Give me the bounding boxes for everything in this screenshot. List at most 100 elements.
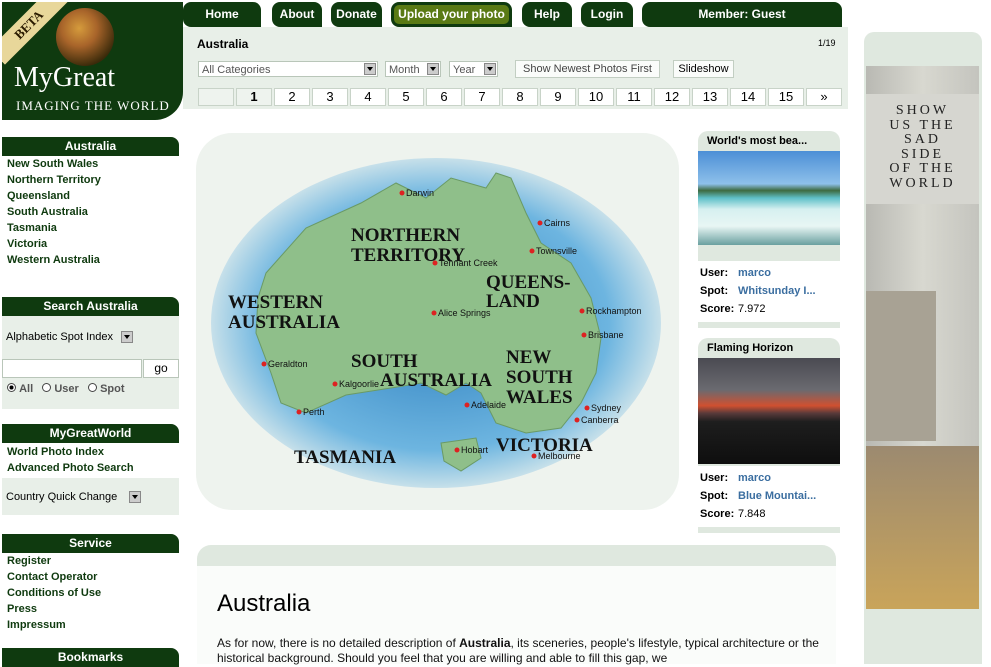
- nav-home-button[interactable]: Home: [183, 2, 261, 27]
- page-6-button[interactable]: 6: [426, 88, 462, 106]
- spot-index-dropdown[interactable]: [120, 330, 134, 346]
- service-link[interactable]: Impressum: [7, 619, 66, 631]
- chevron-down-icon: [427, 63, 439, 75]
- radio-user[interactable]: User: [42, 383, 79, 395]
- radio-all[interactable]: All: [7, 383, 33, 395]
- map-region-label[interactable]: SOUTH: [351, 351, 418, 372]
- site-logo[interactable]: BETA MyGreat IMAGING THE WORLD: [2, 2, 183, 120]
- service-link[interactable]: Contact Operator: [7, 571, 97, 583]
- map-region-label[interactable]: NORTHERN: [351, 225, 460, 246]
- map-region-label[interactable]: WESTERN: [228, 292, 323, 313]
- page-1-button[interactable]: 1: [236, 88, 272, 106]
- region-link[interactable]: Victoria: [7, 238, 47, 250]
- world-photo-index-link[interactable]: World Photo Index: [7, 446, 104, 458]
- page-5-button[interactable]: 5: [388, 88, 424, 106]
- banner-chair-shape: [866, 291, 936, 441]
- nav-donate-button[interactable]: Donate: [331, 2, 382, 27]
- map-city-label[interactable]: Tennant Creek: [439, 258, 498, 268]
- banner-ad-image[interactable]: SHOW US THE SAD SIDE OF THE WORLD: [866, 66, 979, 609]
- country-change-label: Country Quick Change: [6, 491, 118, 503]
- card-user-link[interactable]: marco: [738, 472, 771, 484]
- page-7-button[interactable]: 7: [464, 88, 500, 106]
- page-2-button[interactable]: 2: [274, 88, 310, 106]
- map-region-label[interactable]: TASMANIA: [294, 447, 396, 468]
- service-link[interactable]: Press: [7, 603, 37, 615]
- page-12-button[interactable]: 12: [654, 88, 690, 106]
- photo-card[interactable]: Flaming Horizon User: marco Spot: Blue Mou…: [698, 338, 840, 533]
- next-page-button[interactable]: »: [806, 88, 842, 106]
- map-city-label[interactable]: Kalgoorlie: [339, 379, 379, 389]
- nav-upload-button[interactable]: Upload your photo: [391, 2, 512, 27]
- photo-thumbnail[interactable]: [698, 358, 840, 464]
- service-link[interactable]: Register: [7, 555, 51, 567]
- description-panel: Australia As for now, there is no detail…: [197, 545, 836, 665]
- page-13-button[interactable]: 13: [692, 88, 728, 106]
- city-marker-icon: [399, 190, 405, 196]
- map-city-label[interactable]: Canberra: [581, 415, 619, 425]
- map-city-label[interactable]: Alice Springs: [438, 308, 491, 318]
- radio-user-label: User: [54, 383, 79, 395]
- country-change-dropdown[interactable]: [128, 490, 142, 506]
- region-link[interactable]: Western Australia: [7, 254, 100, 266]
- search-go-button[interactable]: go: [143, 359, 179, 378]
- page-15-button[interactable]: 15: [768, 88, 804, 106]
- nav-help-button[interactable]: Help: [522, 2, 572, 27]
- map-city-label[interactable]: Darwin: [406, 188, 434, 198]
- radio-spot[interactable]: Spot: [88, 383, 125, 395]
- map-city-label[interactable]: Perth: [303, 407, 325, 417]
- photo-card[interactable]: World's most bea... User: marco Spot: Whit…: [698, 131, 840, 328]
- region-link[interactable]: Northern Territory: [7, 174, 101, 186]
- prev-page-button: [198, 88, 234, 106]
- card-spot-link[interactable]: Whitsunday I...: [738, 285, 816, 297]
- map-city-label[interactable]: Geraldton: [268, 359, 308, 369]
- slideshow-button[interactable]: Slideshow: [673, 60, 734, 78]
- nav-about-button[interactable]: About: [272, 2, 322, 27]
- map-city-label[interactable]: Hobart: [461, 445, 489, 455]
- month-select[interactable]: Month: [385, 61, 441, 77]
- radio-selected-icon: [7, 383, 16, 392]
- map-region-label[interactable]: SOUTH: [506, 367, 573, 388]
- map-region-label[interactable]: NEW: [506, 347, 551, 368]
- page-4-button[interactable]: 4: [350, 88, 386, 106]
- page-8-button[interactable]: 8: [502, 88, 538, 106]
- search-input[interactable]: [2, 359, 142, 378]
- region-link[interactable]: South Australia: [7, 206, 88, 218]
- region-link[interactable]: Tasmania: [7, 222, 57, 234]
- category-select[interactable]: All Categories: [198, 61, 378, 77]
- year-select[interactable]: Year: [449, 61, 498, 77]
- page-11-button[interactable]: 11: [616, 88, 652, 106]
- page-10-button[interactable]: 10: [578, 88, 614, 106]
- map-region-label[interactable]: AUSTRALIA: [380, 370, 492, 391]
- banner-line: SAD: [903, 132, 941, 147]
- chevron-down-icon: [129, 491, 141, 503]
- region-link[interactable]: New South Wales: [7, 158, 98, 170]
- city-marker-icon: [574, 417, 580, 423]
- map-city-label[interactable]: Rockhampton: [586, 306, 642, 316]
- map-region-label[interactable]: QUEENS-: [486, 272, 570, 293]
- page-14-button[interactable]: 14: [730, 88, 766, 106]
- search-heading: Search Australia: [2, 297, 179, 316]
- card-spot-link[interactable]: Blue Mountai...: [738, 490, 816, 502]
- map-city-label[interactable]: Brisbane: [588, 330, 624, 340]
- map-region-label[interactable]: LAND: [486, 291, 540, 312]
- spot-label: Spot:: [700, 490, 729, 502]
- nav-login-button[interactable]: Login: [581, 2, 633, 27]
- map-city-label[interactable]: Melbourne: [538, 451, 581, 461]
- photo-thumbnail[interactable]: [698, 151, 840, 245]
- advanced-search-link[interactable]: Advanced Photo Search: [7, 462, 134, 474]
- page-9-button[interactable]: 9: [540, 88, 576, 106]
- city-marker-icon: [296, 409, 302, 415]
- newest-first-button[interactable]: Show Newest Photos First: [515, 60, 660, 78]
- map-region-label[interactable]: WALES: [506, 387, 573, 408]
- service-link[interactable]: Conditions of Use: [7, 587, 101, 599]
- map-city-label[interactable]: Cairns: [544, 218, 571, 228]
- map-city-label[interactable]: Townsville: [536, 246, 577, 256]
- city-marker-icon: [261, 361, 267, 367]
- map-region-label[interactable]: AUSTRALIA: [228, 312, 340, 333]
- region-link[interactable]: Queensland: [7, 190, 70, 202]
- card-user-link[interactable]: marco: [738, 267, 771, 279]
- map-city-label[interactable]: Sydney: [591, 403, 622, 413]
- australia-map[interactable]: NORTHERNTERRITORYWESTERNAUSTRALIAQUEENS-…: [196, 133, 679, 510]
- map-city-label[interactable]: Adelaide: [471, 400, 506, 410]
- page-3-button[interactable]: 3: [312, 88, 348, 106]
